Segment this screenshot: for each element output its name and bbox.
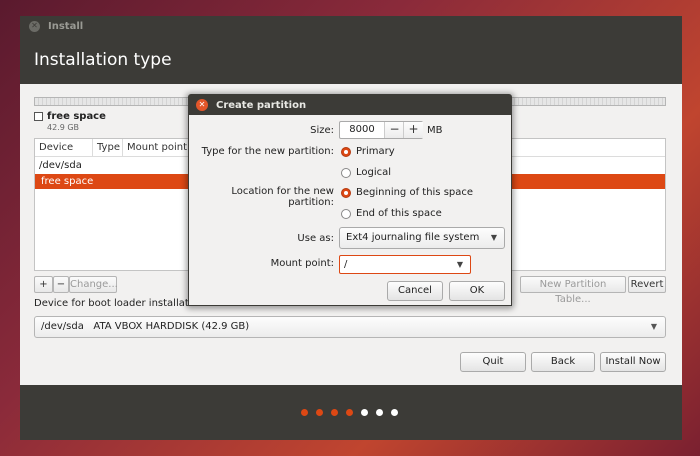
location-label: Location for the new partition: — [231, 186, 334, 208]
progress-dot — [376, 409, 383, 416]
mount-point-combobox[interactable]: / ▼ — [339, 255, 471, 274]
progress-dot — [301, 409, 308, 416]
mount-point-label: Mount point: — [270, 258, 334, 269]
close-icon[interactable]: ✕ — [29, 20, 40, 32]
window-titlebar: ✕ Install — [20, 16, 682, 36]
progress-dot — [346, 409, 353, 416]
dialog-titlebar: ✕ Create partition — [189, 95, 511, 115]
column-header-device[interactable]: Device — [35, 139, 93, 157]
logical-radio[interactable] — [341, 168, 351, 178]
column-header-mount-point[interactable]: Mount point — [123, 139, 193, 157]
chevron-down-icon: ▼ — [650, 322, 657, 331]
quit-button[interactable]: Quit — [460, 352, 526, 372]
type-label: Type for the new partition: — [201, 146, 334, 157]
boot-loader-value: /dev/sda ATA VBOX HARDDISK (42.9 GB) — [41, 321, 250, 332]
ok-button[interactable]: OK — [449, 281, 505, 301]
end-radio[interactable] — [341, 209, 351, 219]
size-unit: MB — [427, 125, 443, 136]
use-as-select[interactable]: Ext4 journaling file system ▼ — [339, 227, 505, 249]
beginning-radio[interactable] — [341, 188, 351, 198]
column-header-type[interactable]: Type — [93, 139, 123, 157]
new-partition-table-button[interactable]: New Partition Table... — [520, 276, 626, 305]
boot-loader-select[interactable]: /dev/sda ATA VBOX HARDDISK (42.9 GB) ▼ — [34, 316, 666, 338]
boot-loader-label: Device for boot loader installation: — [34, 298, 208, 309]
size-input[interactable]: 8000 — [340, 122, 384, 138]
use-as-label: Use as: — [297, 233, 334, 244]
dialog-title: Create partition — [216, 99, 307, 111]
window-footer — [20, 385, 682, 440]
legend-swatch — [34, 112, 43, 121]
size-stepper[interactable]: 8000 − + — [339, 121, 423, 139]
progress-dot — [361, 409, 368, 416]
beginning-radio-label[interactable]: Beginning of this space — [356, 187, 473, 198]
chevron-down-icon[interactable]: ▼ — [457, 256, 463, 273]
progress-dot — [316, 409, 323, 416]
remove-partition-button[interactable]: − — [53, 276, 69, 293]
primary-radio-label[interactable]: Primary — [356, 146, 395, 157]
logical-radio-label[interactable]: Logical — [356, 167, 391, 178]
window-header: Installation type — [20, 36, 682, 84]
size-label: Size: — [310, 125, 334, 136]
cancel-button[interactable]: Cancel — [387, 281, 443, 301]
page-title: Installation type — [34, 50, 172, 70]
progress-dot — [331, 409, 338, 416]
window-title: Install — [48, 20, 84, 32]
size-decrement-button[interactable]: − — [384, 122, 404, 138]
close-icon[interactable]: ✕ — [196, 99, 208, 111]
legend-size: 42.9 GB — [47, 123, 80, 132]
chevron-down-icon: ▼ — [490, 233, 497, 242]
back-button[interactable]: Back — [531, 352, 595, 372]
create-partition-dialog: ✕ Create partition Size: 8000 − + MB Typ… — [188, 94, 512, 306]
revert-button[interactable]: Revert — [628, 276, 666, 293]
end-radio-label[interactable]: End of this space — [356, 208, 442, 219]
add-partition-button[interactable]: + — [34, 276, 53, 293]
size-increment-button[interactable]: + — [403, 122, 423, 138]
progress-dot — [391, 409, 398, 416]
change-partition-button[interactable]: Change... — [69, 276, 118, 293]
install-now-button[interactable]: Install Now — [600, 352, 666, 372]
mount-point-value: / — [344, 259, 348, 270]
legend-label: free space — [47, 111, 106, 122]
primary-radio[interactable] — [341, 147, 351, 157]
use-as-value: Ext4 journaling file system — [346, 232, 480, 243]
